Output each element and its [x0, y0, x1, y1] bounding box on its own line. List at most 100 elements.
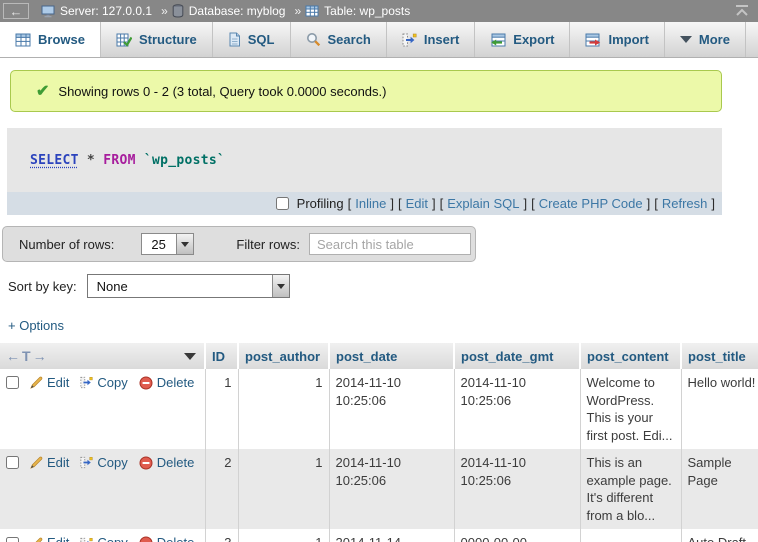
bracket: ]: [647, 196, 651, 211]
status-message-text: Showing rows 0 - 2 (3 total, Query took …: [58, 84, 386, 99]
refresh-link[interactable]: Refresh: [662, 196, 708, 211]
actions-cell: Edit Copy Delete: [0, 529, 205, 542]
delete-icon: [139, 376, 153, 390]
header-post-author[interactable]: post_author: [238, 343, 329, 369]
edit-row-link[interactable]: Edit: [47, 454, 69, 472]
tab-export[interactable]: Export: [475, 22, 570, 57]
browse-icon: [15, 33, 31, 47]
tab-browse[interactable]: Browse: [0, 22, 101, 57]
delete-icon: [139, 536, 153, 542]
rows-per-page-label: Number of rows:: [19, 237, 114, 252]
insert-icon: [402, 33, 417, 47]
rows-per-page-select[interactable]: 25: [141, 233, 194, 255]
explain-sql-link[interactable]: Explain SQL: [447, 196, 519, 211]
bracket: ]: [711, 196, 715, 211]
rows-filter-panel: Number of rows: 25 Filter rows:: [2, 226, 476, 262]
tab-insert[interactable]: Insert: [387, 22, 475, 57]
breadcrumb-server-label: Server: 127.0.0.1: [60, 4, 152, 18]
tab-structure[interactable]: Structure: [101, 22, 213, 57]
select-dropdown-button[interactable]: [272, 275, 289, 297]
sql-spacer: [95, 153, 103, 168]
copy-row-link[interactable]: Copy: [97, 534, 127, 542]
sql-query-text: SELECT * FROM `wp_posts`: [30, 153, 225, 168]
tab-import[interactable]: Import: [570, 22, 664, 57]
create-php-code-link[interactable]: Create PHP Code: [539, 196, 643, 211]
tab-import-label: Import: [608, 32, 648, 47]
cell-post-author: 1: [238, 369, 329, 449]
header-post-date-gmt[interactable]: post_date_gmt: [454, 343, 580, 369]
filter-rows-label: Filter rows:: [236, 237, 300, 252]
select-dropdown-button[interactable]: [176, 234, 193, 254]
collapse-panel-icon[interactable]: [734, 4, 750, 17]
column-reorder-marker[interactable]: ←T→: [6, 348, 47, 364]
breadcrumb-bar: ← Server: 127.0.0.1 » Database: myblog »…: [0, 0, 758, 22]
more-chevron-icon: [680, 36, 692, 43]
breadcrumb-table[interactable]: Table: wp_posts: [305, 4, 410, 18]
tab-search[interactable]: Search: [291, 22, 387, 57]
edit-query-link[interactable]: Edit: [406, 196, 428, 211]
row-checkbox[interactable]: [6, 537, 19, 542]
profiling-label: Profiling: [297, 196, 344, 211]
profiling-checkbox[interactable]: [276, 197, 289, 210]
bracket: ]: [524, 196, 528, 211]
tee-glyph: T: [22, 348, 31, 364]
delete-row-link[interactable]: Delete: [157, 454, 195, 472]
inline-link[interactable]: Inline: [355, 196, 386, 211]
pencil-icon: [30, 456, 43, 469]
database-icon: [172, 4, 184, 18]
server-icon: [41, 5, 55, 18]
header-id[interactable]: ID: [205, 343, 238, 369]
cell-post-date: 2014-11-10 10:25:06: [329, 449, 454, 529]
cell-post-content: This is an example page. It's different …: [580, 449, 681, 529]
cell-post-title: Hello world!: [681, 369, 758, 449]
tab-export-label: Export: [513, 32, 554, 47]
sql-star: *: [87, 153, 95, 168]
sql-keyword-select[interactable]: SELECT: [30, 153, 79, 168]
delete-row-link[interactable]: Delete: [157, 374, 195, 392]
rows-per-page-value: 25: [142, 237, 174, 252]
cell-post-author: 1: [238, 449, 329, 529]
tab-more[interactable]: More: [665, 22, 746, 57]
options-toggle-link[interactable]: + Options: [8, 318, 64, 333]
cell-post-date-gmt: 0000-00-00 00:00:00: [454, 529, 580, 542]
table-filter-input[interactable]: [309, 233, 471, 255]
cell-post-author: 1: [238, 529, 329, 542]
copy-row-link[interactable]: Copy: [97, 454, 127, 472]
breadcrumb-table-label: Table: wp_posts: [324, 4, 410, 18]
header-post-title[interactable]: post_title: [681, 343, 758, 369]
breadcrumb-database[interactable]: Database: myblog: [172, 4, 286, 18]
sort-by-key-label: Sort by key:: [8, 279, 77, 294]
sql-query-box: SELECT * FROM `wp_posts`: [7, 128, 722, 192]
copy-row-link[interactable]: Copy: [97, 374, 127, 392]
sort-by-key-select[interactable]: None: [87, 274, 290, 298]
actions-cell: Edit Copy Delete: [0, 449, 205, 529]
cell-id: 3: [205, 529, 238, 542]
actions-cell: Edit Copy Delete: [0, 369, 205, 449]
cell-post-date-gmt: 2014-11-10 10:25:06: [454, 449, 580, 529]
sql-spacer: [79, 153, 87, 168]
delete-icon: [139, 456, 153, 470]
sort-triangle-icon[interactable]: [184, 353, 196, 360]
bracket: ]: [390, 196, 394, 211]
row-checkbox[interactable]: [6, 456, 19, 469]
breadcrumb-server[interactable]: Server: 127.0.0.1: [41, 4, 152, 18]
breadcrumb-database-label: Database: myblog: [189, 4, 286, 18]
copy-icon: [80, 456, 93, 469]
bracket: ]: [432, 196, 436, 211]
row-checkbox[interactable]: [6, 376, 19, 389]
tab-sql[interactable]: SQL: [213, 22, 291, 57]
header-post-date[interactable]: post_date: [329, 343, 454, 369]
edit-row-link[interactable]: Edit: [47, 534, 69, 542]
delete-row-link[interactable]: Delete: [157, 534, 195, 542]
header-post-content[interactable]: post_content: [580, 343, 681, 369]
bracket: [: [398, 196, 402, 211]
edit-row-link[interactable]: Edit: [47, 374, 69, 392]
cell-post-title: Sample Page: [681, 449, 758, 529]
copy-icon: [80, 376, 93, 389]
chevron-down-icon: [277, 284, 285, 289]
table-icon: [305, 5, 319, 17]
nav-back-button[interactable]: ←: [3, 3, 29, 19]
header-row: ←T→ ID post_author post_date post_date_g…: [0, 343, 758, 369]
bracket: [: [440, 196, 444, 211]
sort-by-key-row: Sort by key: None: [8, 274, 758, 298]
